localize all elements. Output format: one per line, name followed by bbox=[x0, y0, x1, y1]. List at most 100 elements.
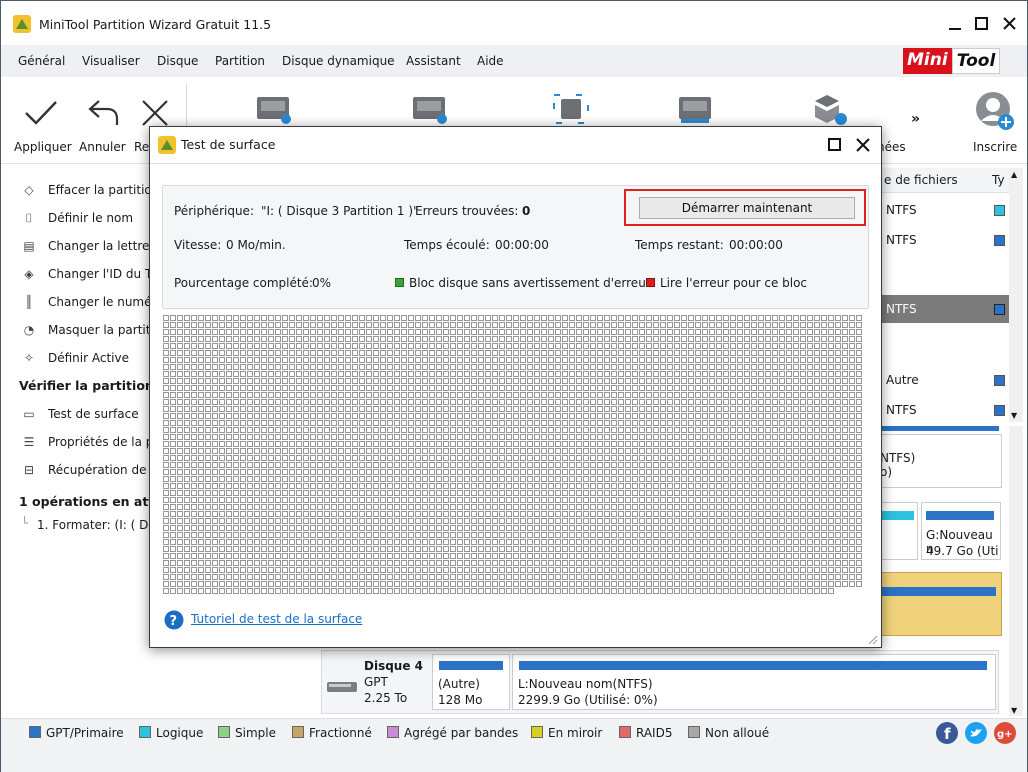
menu-view[interactable]: Visualiser bbox=[82, 54, 140, 68]
legend-gpt-primary: GPT/Primaire bbox=[29, 726, 124, 740]
close-button[interactable] bbox=[995, 11, 1025, 37]
sidebar-item-label: Masquer la partitio bbox=[48, 323, 162, 337]
partition-bar bbox=[926, 511, 994, 520]
register-button[interactable]: Inscrire bbox=[967, 77, 1023, 163]
table-scrollbar[interactable]: ▲ ▼ bbox=[1009, 168, 1023, 422]
maximize-button[interactable] bbox=[967, 11, 997, 37]
legend-swatch bbox=[218, 726, 230, 738]
percent-value: 0% bbox=[312, 276, 332, 290]
dialog-title: Test de surface bbox=[181, 137, 276, 152]
legend-swatch bbox=[531, 726, 543, 738]
logo-tool: Tool bbox=[951, 48, 1001, 74]
legend-label: Simple bbox=[235, 726, 276, 740]
map-scrollbar[interactable]: ▼ bbox=[1009, 426, 1023, 716]
disk-benchmark-icon[interactable] bbox=[411, 93, 451, 125]
primary-type-swatch bbox=[994, 375, 1005, 386]
surface-test-icon: ▭ bbox=[23, 407, 35, 421]
legend-label: Non alloué bbox=[705, 726, 770, 740]
google-plus-icon[interactable]: g+ bbox=[993, 721, 1017, 745]
menu-wizard[interactable]: Assistant bbox=[406, 54, 461, 68]
menu-partition[interactable]: Partition bbox=[215, 54, 265, 68]
dialog-maximize-icon[interactable] bbox=[826, 137, 844, 153]
apply-label: Appliquer bbox=[14, 140, 72, 154]
menu-dynamic-disk[interactable]: Disque dynamique bbox=[282, 54, 395, 68]
data-recovery-icon[interactable] bbox=[807, 91, 851, 127]
column-filesystem[interactable]: e de fichiers bbox=[884, 173, 958, 187]
legend-label: En miroir bbox=[548, 726, 603, 740]
speed-label: Vitesse: bbox=[174, 238, 222, 252]
apply-button[interactable]: Appliquer bbox=[9, 77, 73, 163]
register-label: Inscrire bbox=[973, 140, 1018, 154]
layers-icon: ◈ bbox=[24, 267, 34, 281]
discard-label: Re bbox=[134, 140, 150, 154]
table-row-selected[interactable]: NTFS bbox=[874, 295, 1009, 323]
surface-test-tutorial-link[interactable]: Tutoriel de test de la surface bbox=[191, 612, 362, 626]
help-question-icon[interactable]: ? bbox=[164, 610, 184, 630]
table-row[interactable]: NTFS bbox=[874, 198, 1009, 222]
legend-ok-label: Bloc disque sans avertissement d'erreur bbox=[409, 276, 651, 290]
space-analyzer-icon[interactable] bbox=[551, 93, 591, 125]
facebook-icon[interactable]: f bbox=[935, 721, 959, 745]
partition-bar bbox=[519, 661, 987, 670]
legend-swatch bbox=[688, 726, 700, 738]
twitter-icon[interactable] bbox=[964, 721, 988, 745]
column-type[interactable]: Ty bbox=[992, 173, 1005, 187]
checkmark-icon bbox=[25, 101, 57, 125]
legend-swatch bbox=[387, 726, 399, 738]
resize-grip-icon[interactable] bbox=[866, 633, 878, 645]
remaining-label: Temps restant: bbox=[635, 238, 724, 252]
errors-value: 0 bbox=[522, 204, 531, 218]
sidebar-item-label: Propriétés de la p bbox=[48, 435, 154, 449]
sidebar-item-label: Effacer la partition bbox=[48, 183, 160, 197]
table-row[interactable]: NTFS bbox=[874, 228, 1009, 252]
elapsed-value: 00:00:00 bbox=[495, 238, 549, 252]
row-filesystem: NTFS bbox=[886, 233, 917, 247]
legend-label: GPT/Primaire bbox=[46, 726, 124, 740]
legend-mirror: En miroir bbox=[531, 726, 602, 740]
close-icon bbox=[1003, 17, 1016, 30]
undo-button[interactable]: Annuler bbox=[75, 77, 131, 163]
scroll-down-icon[interactable]: ▼ bbox=[1011, 706, 1017, 715]
bootable-media-icon[interactable] bbox=[677, 93, 717, 125]
title-bar: MiniTool Partition Wizard Gratuit 11.5 bbox=[1, 1, 1027, 45]
logical-type-swatch bbox=[994, 205, 1005, 216]
partition-block-selected[interactable] bbox=[874, 572, 1002, 636]
device-label: Périphérique: bbox=[174, 204, 254, 218]
minitool-logo: Mini Tool bbox=[903, 48, 1001, 74]
more-tools-button[interactable]: » bbox=[911, 111, 920, 127]
user-avatar-icon bbox=[976, 92, 1014, 130]
sidebar-item-label: Définir le nom bbox=[48, 211, 134, 225]
logo-mini: Mini bbox=[903, 48, 952, 74]
table-row[interactable]: NTFS bbox=[874, 398, 1009, 422]
legend-simple: Simple bbox=[218, 726, 276, 740]
menu-disk[interactable]: Disque bbox=[157, 54, 198, 68]
svg-text:?: ? bbox=[170, 614, 178, 629]
percent-label: Pourcentage complété: bbox=[174, 276, 313, 290]
menu-help[interactable]: Aide bbox=[477, 54, 504, 68]
partition-block[interactable]: G:Nouveau n 49.7 Go (Uti bbox=[921, 502, 1001, 560]
menu-general[interactable]: Général bbox=[18, 54, 65, 68]
scroll-down-icon[interactable]: ▼ bbox=[1011, 411, 1017, 420]
legend-spanned: Fractionné bbox=[292, 726, 372, 740]
table-row[interactable]: Autre bbox=[874, 368, 1009, 392]
disk-4-row[interactable]: Disque 4 GPT 2.25 To (Autre) 128 Mo L:No… bbox=[321, 650, 999, 714]
dialog-close-icon[interactable] bbox=[854, 136, 872, 154]
sidebar-item-label: Changer le numér bbox=[48, 295, 157, 309]
sidebar-item-label: Changer l'ID du Ty bbox=[48, 267, 158, 281]
disk-copy-icon[interactable] bbox=[255, 93, 295, 125]
partition-l-drive[interactable]: L:Nouveau nom(NTFS) 2299.9 Go (Utilisé: … bbox=[512, 654, 996, 710]
app-logo-icon bbox=[158, 136, 176, 154]
partition-block[interactable]: NTFS) o) bbox=[874, 434, 1002, 488]
disk-type: GPT bbox=[364, 675, 388, 689]
pending-operation-item[interactable]: 1. Formater: (I: ( D bbox=[37, 518, 148, 532]
device-value: "I: ( Disque 3 Partition 1 )" bbox=[261, 204, 419, 218]
disk-name: Disque 4 bbox=[364, 659, 424, 673]
scroll-up-icon[interactable]: ▲ bbox=[1011, 170, 1017, 179]
surface-test-dialog: Test de surface Périphérique: "I: ( Disq… bbox=[149, 126, 882, 648]
app-title: MiniTool Partition Wizard Gratuit 11.5 bbox=[39, 17, 272, 32]
disk-size: 2.25 To bbox=[364, 691, 408, 705]
pending-operations-title: 1 opérations en atte bbox=[19, 494, 163, 509]
drive-letter-icon: ▤ bbox=[23, 239, 35, 253]
partition-label: (Autre) bbox=[438, 677, 480, 691]
partition-other[interactable]: (Autre) 128 Mo bbox=[432, 654, 510, 710]
